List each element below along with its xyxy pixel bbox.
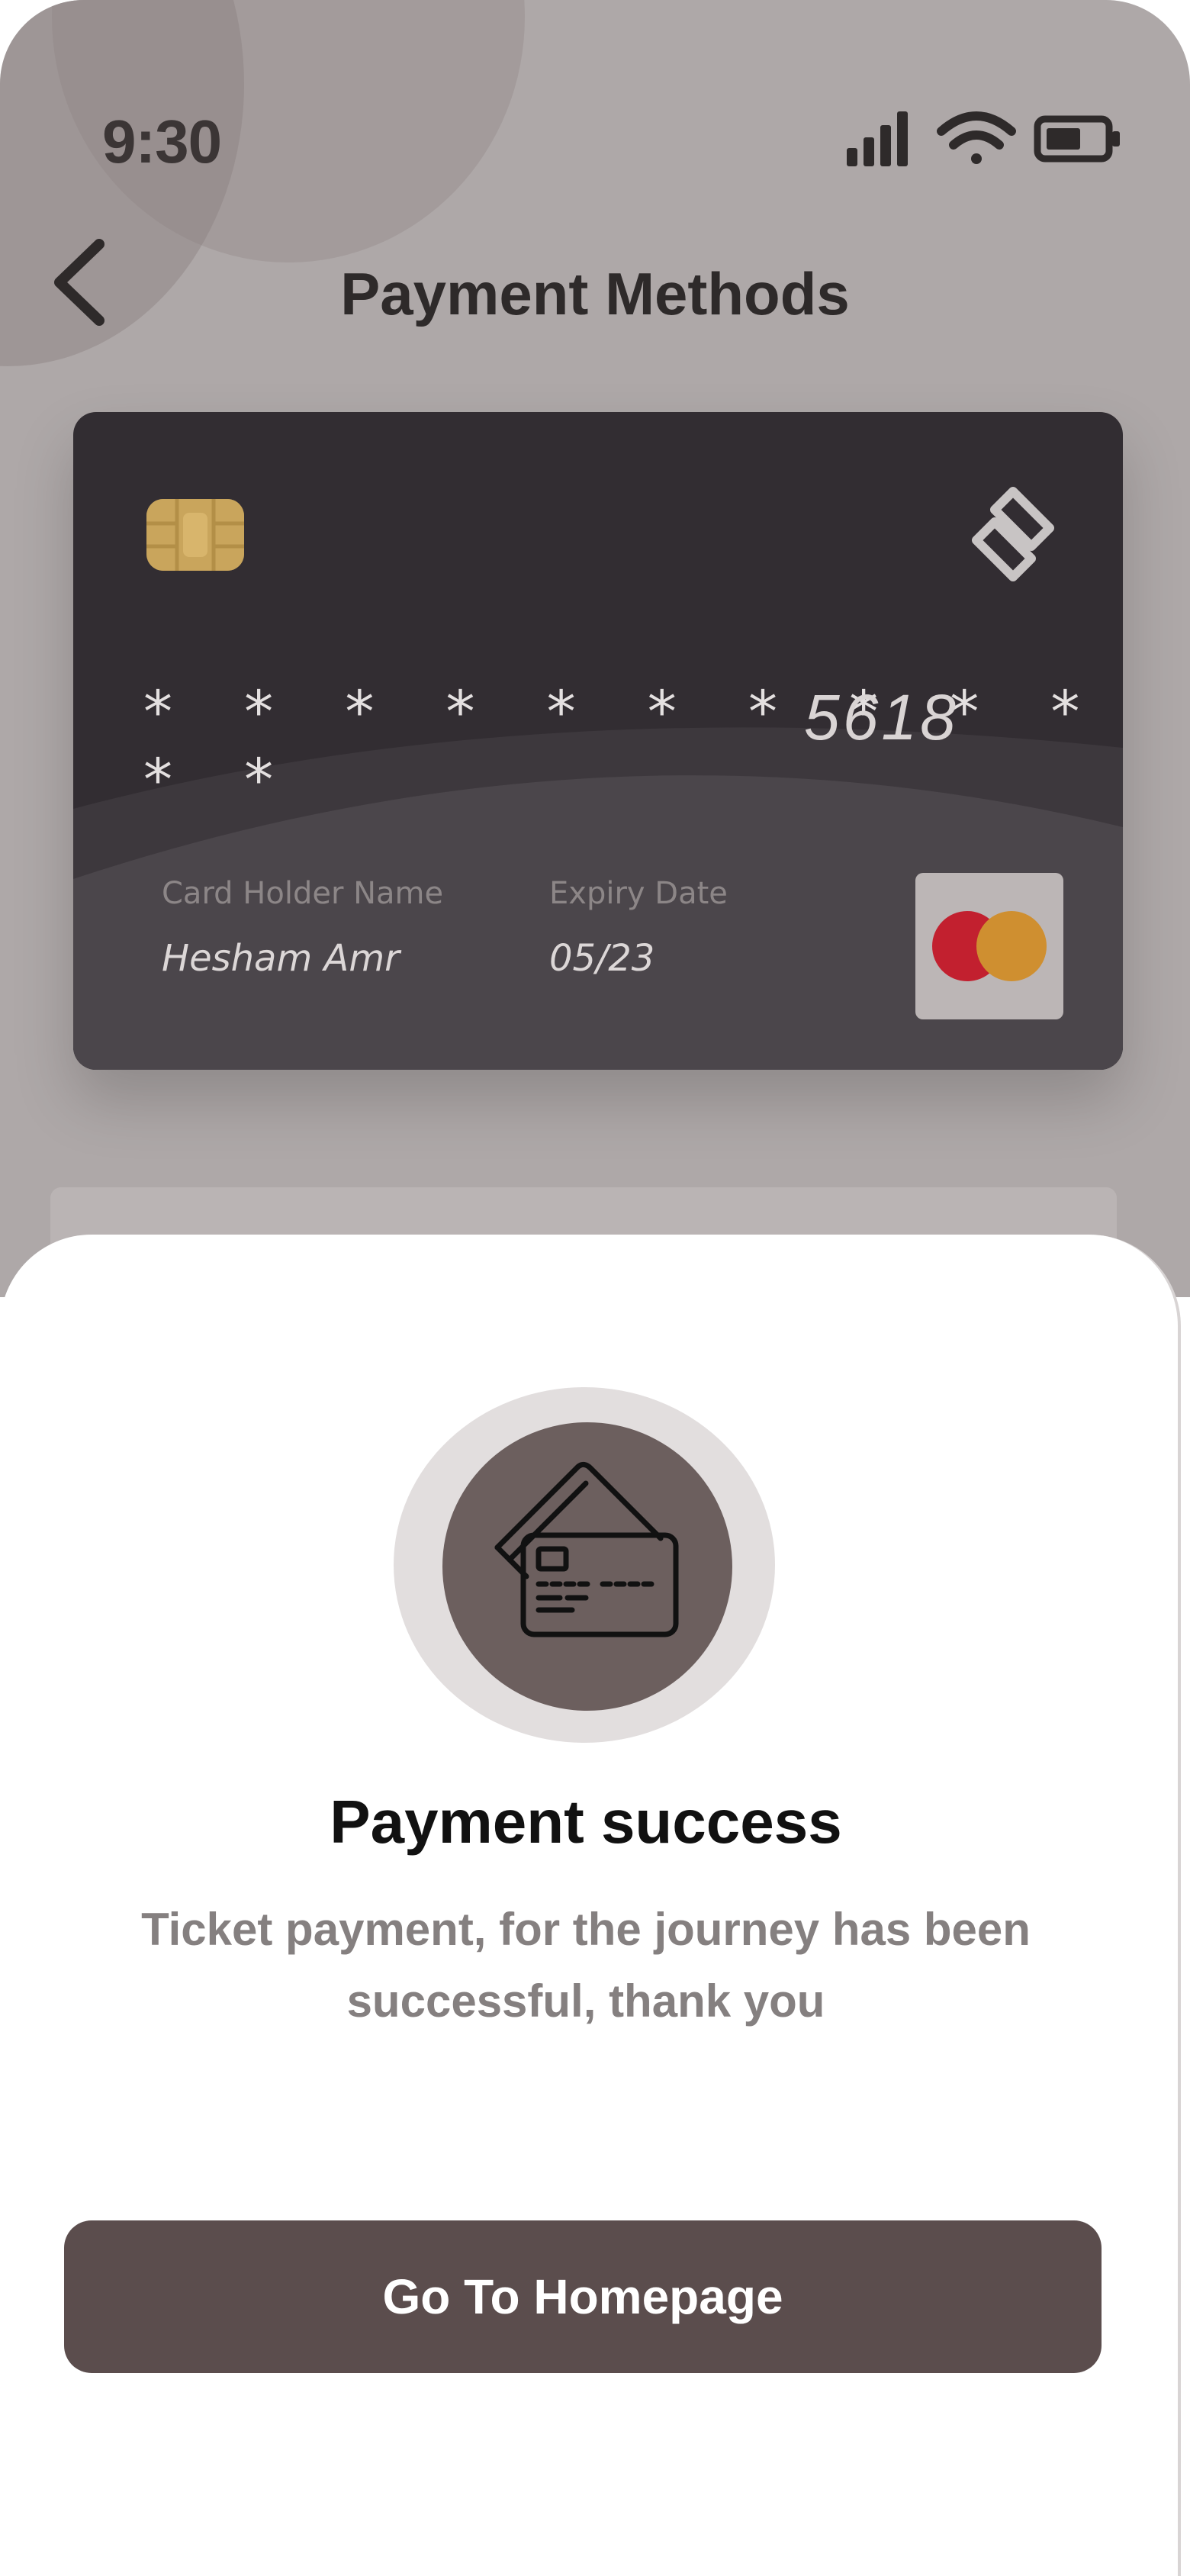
battery-icon [1034, 115, 1120, 163]
card-holder-name: Hesham Amr [162, 937, 400, 980]
expiry-date: 05/23 [549, 937, 655, 980]
payment-methods-screen: 9:30 Payment Methods * * * * * * * * * *… [0, 0, 1190, 1297]
status-time: 9:30 [102, 108, 222, 175]
card-last-four: 5618 [804, 681, 959, 753]
page-title: Payment Methods [340, 260, 850, 327]
wifi-icon [937, 111, 1016, 164]
go-to-homepage-button[interactable]: Go To Homepage [64, 2220, 1102, 2373]
card-masked-number: * * * * * * * * * * * * [143, 678, 1094, 813]
success-title: Payment success [330, 1788, 842, 1856]
credit-cards-icon [494, 1461, 679, 1637]
card-chip [146, 499, 244, 571]
card-holder-label: Card Holder Name [162, 876, 444, 911]
mastercard-logo-icon [915, 873, 1063, 1019]
success-message: Ticket payment, for the journey has been… [141, 1904, 1031, 2027]
credit-card[interactable]: * * * * * * * * * * * * 5618 Card Holder… [73, 412, 1123, 1070]
card-brand-logo-icon [972, 487, 1054, 581]
mastercard-orange-circle [976, 911, 1047, 981]
status-icons [847, 111, 1120, 166]
signal-icon [847, 111, 908, 166]
phone-screen: 9:30 Payment Methods * * * * * * * * * *… [0, 0, 1190, 2576]
expiry-label: Expiry Date [549, 876, 728, 911]
